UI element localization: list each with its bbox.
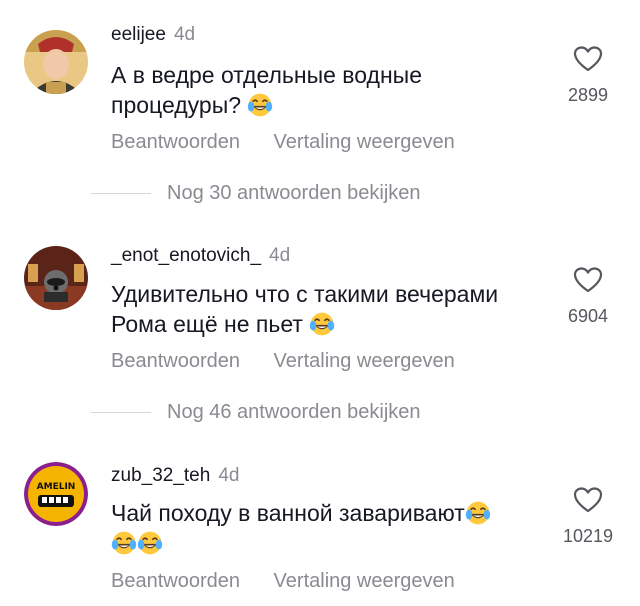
comment-username[interactable]: eelijee 4d	[111, 24, 195, 46]
avatar-logo-text: AMELIN	[37, 482, 76, 492]
comment-text: Удивительно что с такими вечерами Рома е…	[111, 279, 541, 339]
comment-username[interactable]: _enot_enotovich_ 4d	[111, 245, 290, 267]
like-count: 6904	[567, 306, 609, 326]
tears-of-joy-emoji	[309, 311, 335, 337]
avatar[interactable]	[24, 30, 88, 94]
comment-text: А в ведре отдельные водные процедуры?	[111, 60, 541, 120]
heart-outline-icon[interactable]	[572, 264, 604, 296]
view-more-replies[interactable]: Nog 46 antwoorden bekijken	[91, 401, 421, 424]
divider	[91, 412, 151, 413]
view-more-replies-label[interactable]: Nog 30 antwoorden bekijken	[167, 182, 421, 205]
like-button[interactable]: 2899	[558, 43, 618, 106]
view-more-replies-label[interactable]: Nog 46 antwoorden bekijken	[167, 401, 421, 424]
heart-outline-icon[interactable]	[572, 43, 604, 75]
reply-button[interactable]: Beantwoorden	[111, 350, 240, 372]
like-count: 2899	[567, 85, 609, 105]
username-text[interactable]: _enot_enotovich_	[111, 245, 261, 266]
comment-actions: Beantwoorden Vertaling weergeven	[111, 131, 483, 154]
reply-button[interactable]: Beantwoorden	[111, 570, 240, 592]
comment-username[interactable]: zub_32_teh 4d	[111, 465, 239, 487]
like-button[interactable]: 6904	[558, 264, 618, 327]
username-text[interactable]: eelijee	[111, 24, 166, 45]
avatar[interactable]: AMELIN	[24, 462, 88, 526]
comment-text-content: Чай походу в ванной заваривают	[111, 500, 465, 526]
reply-button[interactable]: Beantwoorden	[111, 131, 240, 153]
comment-actions: Beantwoorden Vertaling weergeven	[111, 570, 483, 593]
tears-of-joy-emoji	[137, 530, 163, 556]
translate-button[interactable]: Vertaling weergeven	[274, 350, 455, 372]
tears-of-joy-emoji	[111, 530, 137, 556]
comment-text: Чай походу в ванной заваривают	[111, 498, 541, 558]
heart-outline-icon[interactable]	[572, 484, 604, 516]
translate-button[interactable]: Vertaling weergeven	[274, 570, 455, 592]
comment-time: 4d	[173, 24, 196, 45]
comment-text-content: Удивительно что с такими вечерами Рома е…	[111, 281, 499, 337]
tears-of-joy-emoji	[465, 500, 491, 526]
comment-time: 4d	[269, 245, 291, 266]
tears-of-joy-emoji	[247, 92, 273, 118]
divider	[91, 193, 151, 194]
comment-time: 4d	[218, 465, 240, 486]
view-more-replies[interactable]: Nog 30 antwoorden bekijken	[91, 182, 421, 205]
like-button[interactable]: 10219	[558, 484, 618, 547]
avatar[interactable]	[24, 246, 88, 310]
like-count: 10219	[562, 526, 614, 546]
username-text[interactable]: zub_32_teh	[111, 465, 210, 486]
translate-button[interactable]: Vertaling weergeven	[274, 131, 455, 153]
comment-actions: Beantwoorden Vertaling weergeven	[111, 350, 483, 373]
